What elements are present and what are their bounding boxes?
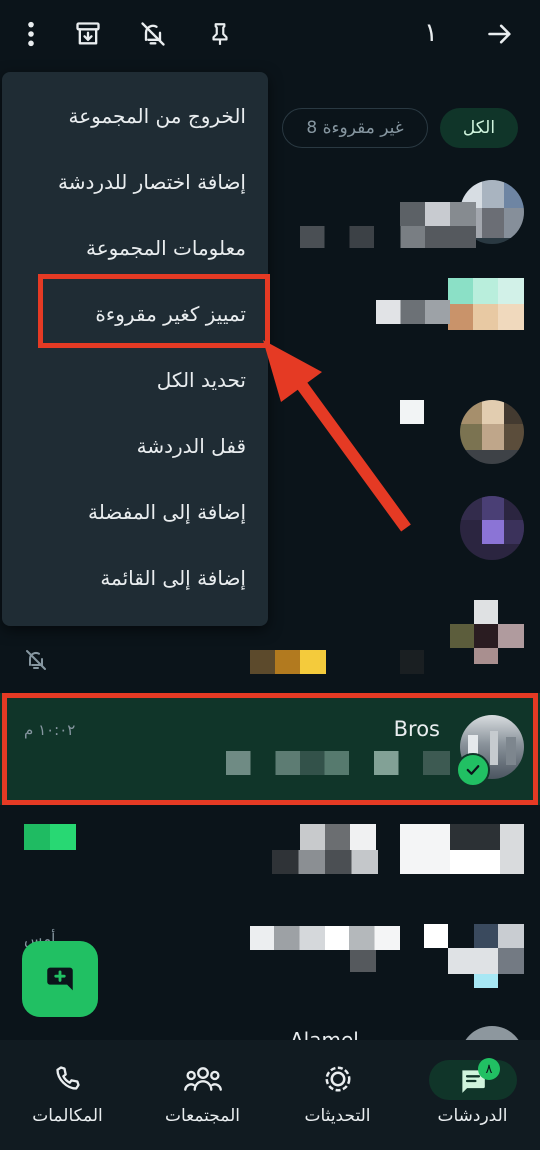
nav-calls-label: المكالمات (32, 1106, 103, 1126)
communities-icon (183, 1067, 222, 1091)
bottom-navigation: ٨ الدردشات التحديثات المجتمعات المكالمات (0, 1040, 540, 1150)
nav-updates[interactable]: التحديثات (270, 1040, 405, 1150)
nav-chats[interactable]: ٨ الدردشات (405, 1040, 540, 1150)
phone-icon (55, 1066, 80, 1090)
nav-chats-label: الدردشات (437, 1106, 508, 1126)
nav-communities-label: المجتمعات (164, 1106, 241, 1126)
updates-icon (325, 1066, 350, 1092)
annotation-arrow (263, 340, 411, 532)
nav-communities[interactable]: المجتمعات (135, 1040, 270, 1150)
chats-badge: ٨ (478, 1058, 500, 1080)
nav-calls[interactable]: المكالمات (0, 1040, 135, 1150)
nav-updates-label: التحديثات (304, 1106, 371, 1126)
